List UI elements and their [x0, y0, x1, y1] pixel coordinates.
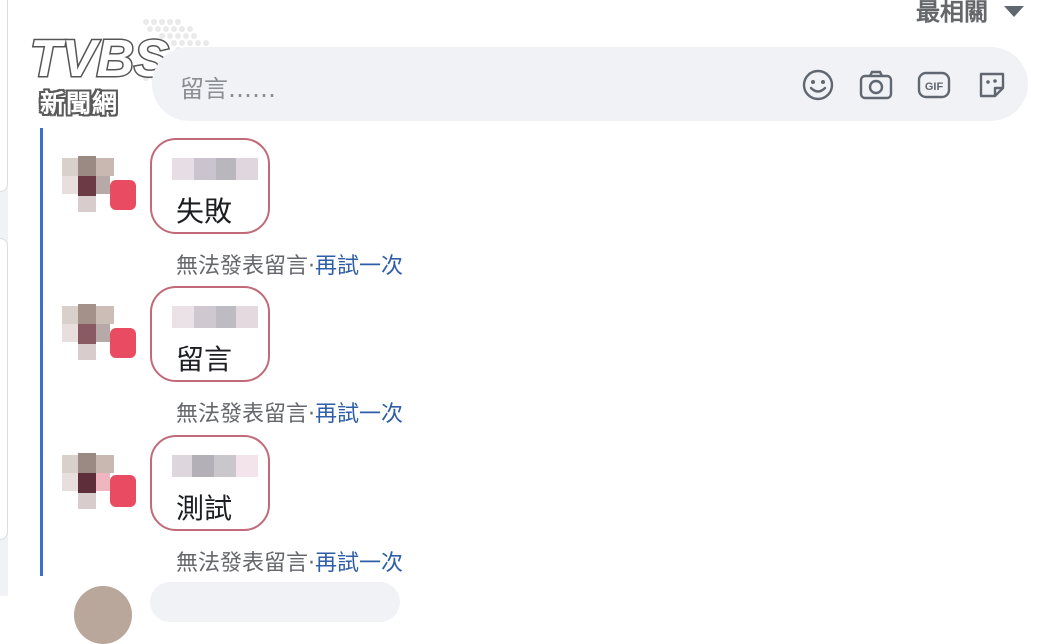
- comment-text: 失敗: [176, 195, 233, 228]
- comment-item: 失敗 無法發表留言·再試一次: [0, 138, 600, 288]
- avatar: [62, 435, 146, 519]
- emoji-icon[interactable]: [800, 67, 836, 103]
- status-separator: ·: [308, 551, 316, 576]
- error-message: 無法發表留言: [176, 551, 309, 576]
- comment-text: 留言: [176, 343, 233, 376]
- avatar: [74, 586, 132, 644]
- comment-bubble: [150, 582, 400, 622]
- comment-status: 無法發表留言·再試一次: [176, 545, 403, 577]
- retry-link[interactable]: 再試一次: [315, 551, 403, 576]
- comment-status: 無法發表留言·再試一次: [176, 396, 403, 428]
- error-message: 無法發表留言: [176, 254, 309, 279]
- error-message: 無法發表留言: [176, 402, 309, 427]
- comment-item: 留言 無法發表留言·再試一次: [0, 286, 600, 436]
- comment-item: 測試 無法發表留言·再試一次: [0, 435, 600, 585]
- status-separator: ·: [308, 402, 316, 427]
- retry-link[interactable]: 再試一次: [315, 402, 403, 427]
- comment-bubble: 留言: [150, 286, 270, 382]
- comment-bubble: 測試: [150, 435, 270, 531]
- composer-tools: GIF: [800, 67, 1010, 103]
- blurred-author-name: [172, 306, 258, 328]
- tvbs-logo-sub: 新聞網: [40, 89, 119, 118]
- gif-icon-label: GIF: [925, 81, 944, 93]
- retry-link[interactable]: 再試一次: [315, 254, 403, 279]
- comment-composer[interactable]: 留言…… GIF: [152, 47, 1028, 121]
- blurred-author-name: [172, 158, 258, 180]
- status-separator: ·: [308, 254, 316, 279]
- blurred-author-name: [172, 455, 258, 477]
- avatar: [62, 138, 146, 222]
- avatar: [62, 286, 146, 370]
- caret-down-icon: [1004, 6, 1024, 17]
- svg-text:TVBS: TVBS: [30, 30, 169, 86]
- sticker-icon[interactable]: [974, 67, 1010, 103]
- sort-dropdown[interactable]: 最相關: [916, 0, 1024, 27]
- comment-text: 測試: [176, 492, 233, 525]
- comment-status: 無法發表留言·再試一次: [176, 248, 403, 280]
- comment-bubble: 失敗: [150, 138, 270, 234]
- sort-label: 最相關: [916, 0, 988, 26]
- camera-icon[interactable]: [858, 67, 894, 103]
- composer-placeholder: 留言……: [180, 75, 276, 103]
- gif-icon[interactable]: GIF: [916, 67, 952, 103]
